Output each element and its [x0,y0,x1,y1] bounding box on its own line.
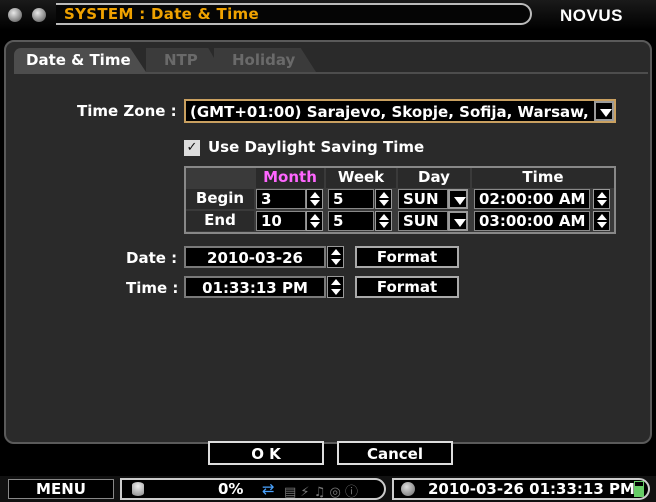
menu-button[interactable]: MENU [8,479,114,499]
dst-header-week: Week [326,168,396,188]
tab-underline [14,72,648,74]
network-sync-icon: ⇄ [262,480,275,498]
time-zone-label: Time Zone : [77,102,177,120]
ok-button[interactable]: O K [208,441,324,465]
end-time-field[interactable]: 03:00:00 AM [474,211,590,231]
date-label: Date : [126,249,178,267]
begin-day-dropdown-icon[interactable] [448,189,468,209]
dst-row-end-label: End [186,211,254,231]
date-format-button[interactable]: Format [355,246,459,268]
begin-day-field[interactable]: SUN [398,189,448,209]
disk-usage: 0% [218,480,244,498]
window-button-right-icon[interactable] [32,8,46,22]
end-week-field[interactable]: 5 [328,211,374,231]
begin-month-spinner-icon[interactable] [306,189,323,209]
begin-month-field[interactable]: 3 [256,189,306,209]
battery-icon [634,481,644,497]
dst-checkbox-label: Use Daylight Saving Time [208,138,425,156]
cancel-button[interactable]: Cancel [337,441,453,465]
end-month-spinner-icon[interactable] [306,211,323,231]
begin-week-spinner-icon[interactable] [375,189,392,209]
status-datetime: 2010-03-26 01:33:13 PM [428,480,635,498]
begin-time-field[interactable]: 02:00:00 AM [474,189,590,209]
time-format-button[interactable]: Format [355,276,459,298]
time-field[interactable]: 01:33:13 PM [184,276,326,298]
dst-header-time: Time [472,168,614,188]
window-button-left-icon[interactable] [8,8,22,22]
end-day-dropdown-icon[interactable] [448,211,468,231]
end-week-spinner-icon[interactable] [375,211,392,231]
dst-header-month: Month [256,168,324,188]
disk-icon [132,482,144,496]
begin-week-field[interactable]: 5 [328,189,374,209]
tab-date-time[interactable]: Date & Time [14,48,146,72]
date-field[interactable]: 2010-03-26 [184,246,326,268]
clock-indicator-icon [401,482,415,496]
end-month-field[interactable]: 10 [256,211,306,231]
dst-checkbox[interactable]: ✓ [184,140,200,156]
window-title: SYSTEM : Date & Time [64,5,259,23]
time-spinner-icon[interactable] [327,276,344,298]
check-icon: ✓ [186,140,198,155]
tab-holiday[interactable]: Holiday [214,48,316,72]
brand-logo: NOVUS [560,6,623,25]
date-spinner-icon[interactable] [327,246,344,268]
status-icons-group-icon: ▤ ⚡ ♫ ◎ ⓘ [284,485,358,500]
time-zone-dropdown-icon[interactable] [594,101,614,121]
end-time-spinner-icon[interactable] [593,211,610,231]
time-label: Time : [126,279,179,297]
end-day-field[interactable]: SUN [398,211,448,231]
dst-row-begin-label: Begin [186,189,254,209]
time-zone-select[interactable]: (GMT+01:00) Sarajevo, Skopje, Sofija, Wa… [184,99,616,123]
dst-header-day: Day [398,168,470,188]
time-zone-value: (GMT+01:00) Sarajevo, Skopje, Sofija, Wa… [190,103,589,121]
begin-time-spinner-icon[interactable] [593,189,610,209]
